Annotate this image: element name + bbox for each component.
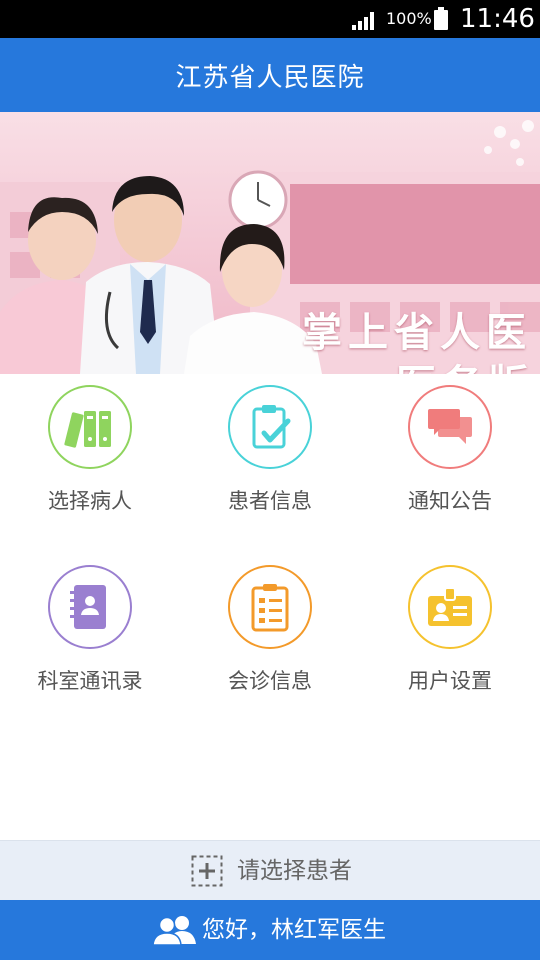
banner-title: 掌上省人医 (302, 309, 532, 356)
clipboard-check-icon (228, 385, 312, 469)
users-icon (152, 916, 196, 946)
menu-label: 用户设置 (408, 669, 492, 693)
menu-user-settings[interactable]: 用户设置 (360, 565, 540, 735)
menu-label: 选择病人 (48, 489, 132, 513)
menu-notices[interactable]: 通知公告 (360, 385, 540, 555)
menu-select-patient[interactable]: 选择病人 (0, 385, 180, 555)
page-title: 江苏省人民医院 (175, 62, 365, 93)
menu-label: 患者信息 (228, 489, 312, 513)
address-book-icon (48, 565, 132, 649)
status-bar: 100% 11:46 (0, 0, 540, 38)
menu-label: 会诊信息 (228, 669, 312, 693)
menu-consultation-info[interactable]: 会诊信息 (180, 565, 360, 735)
signal-icon (352, 12, 374, 30)
banner-subtitle: 医务版 (396, 352, 534, 374)
battery-percent: 100% (386, 9, 432, 28)
menu-label: 科室通讯录 (37, 669, 143, 693)
menu-department-directory[interactable]: 科室通讯录 (0, 565, 180, 735)
select-patient-bar[interactable]: 请选择患者 (0, 840, 540, 900)
chat-bubbles-icon (408, 385, 492, 469)
menu-label: 通知公告 (408, 489, 492, 513)
id-badge-icon (408, 565, 492, 649)
greeting: 您好，林红军医生 (202, 917, 386, 943)
battery-icon (434, 7, 448, 30)
footer-bar: 您好，林红军医生 (0, 900, 540, 960)
checklist-icon (228, 565, 312, 649)
clock: 11:46 (460, 4, 535, 34)
add-icon (191, 855, 223, 887)
menu-patient-info[interactable]: 患者信息 (180, 385, 360, 555)
binders-icon (48, 385, 132, 469)
banner: 掌上省人医 医务版 (0, 112, 540, 374)
app-header: 江苏省人民医院 (0, 38, 540, 112)
select-patient-label: 请选择患者 (237, 858, 352, 884)
